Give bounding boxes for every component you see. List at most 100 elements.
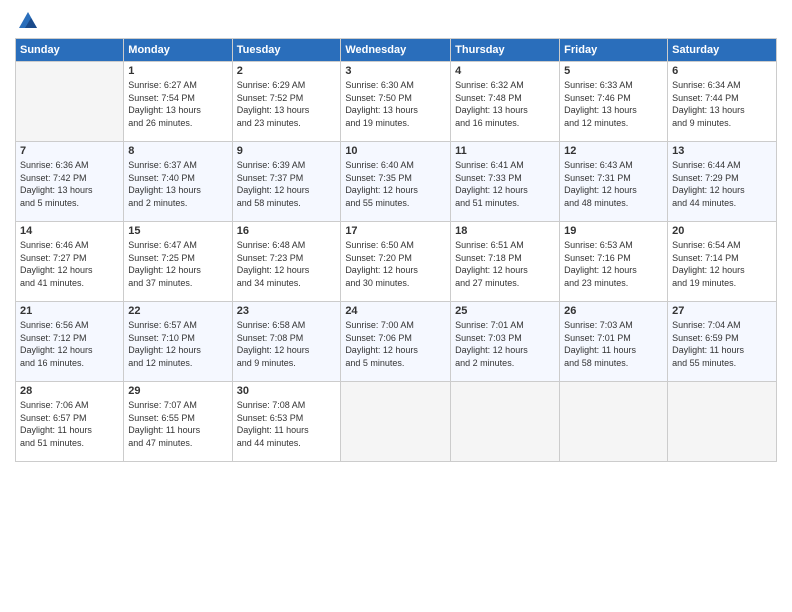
- day-info: Sunrise: 6:39 AM Sunset: 7:37 PM Dayligh…: [237, 159, 337, 209]
- calendar-cell: 6 Sunrise: 6:34 AM Sunset: 7:44 PM Daylig…: [668, 62, 777, 142]
- day-number: 16: [237, 225, 337, 237]
- calendar-cell: 28Sunrise: 7:06 AM Sunset: 6:57 PM Dayli…: [16, 382, 124, 462]
- day-number: 18: [455, 225, 555, 237]
- calendar-cell: 12Sunrise: 6:43 AM Sunset: 7:31 PM Dayli…: [560, 142, 668, 222]
- day-number: 14: [20, 225, 119, 237]
- calendar-cell: 20 Sunrise: 6:54 AM Sunset: 7:14 PM Dayli…: [668, 222, 777, 302]
- calendar-cell: 8 Sunrise: 6:37 AM Sunset: 7:40 PM Daylig…: [124, 142, 232, 222]
- calendar-week-row: 21 Sunrise: 6:56 AM Sunset: 7:12 PM Dayli…: [16, 302, 777, 382]
- day-number: 24: [345, 305, 446, 317]
- calendar-page: SundayMondayTuesdayWednesdayThursdayFrid…: [0, 0, 792, 612]
- day-header-thursday: Thursday: [451, 39, 560, 62]
- calendar-cell: 1 Sunrise: 6:27 AM Sunset: 7:54 PM Daylig…: [124, 62, 232, 142]
- day-number: 1: [128, 65, 227, 77]
- calendar-cell: [560, 382, 668, 462]
- day-header-tuesday: Tuesday: [232, 39, 341, 62]
- day-header-friday: Friday: [560, 39, 668, 62]
- day-number: 10: [345, 145, 446, 157]
- logo: [15, 10, 39, 30]
- day-info: Sunrise: 6:54 AM Sunset: 7:14 PM Dayligh…: [672, 239, 772, 289]
- day-number: 13: [672, 145, 772, 157]
- calendar-cell: 3 Sunrise: 6:30 AM Sunset: 7:50 PM Daylig…: [341, 62, 451, 142]
- day-number: 21: [20, 305, 119, 317]
- day-number: 8: [128, 145, 227, 157]
- day-number: 22: [128, 305, 227, 317]
- day-number: 29: [128, 385, 227, 397]
- calendar-table: SundayMondayTuesdayWednesdayThursdayFrid…: [15, 38, 777, 462]
- calendar-cell: [451, 382, 560, 462]
- calendar-cell: [341, 382, 451, 462]
- day-number: 30: [237, 385, 337, 397]
- header: [15, 10, 777, 30]
- day-info: Sunrise: 6:33 AM Sunset: 7:46 PM Dayligh…: [564, 79, 663, 129]
- day-info: Sunrise: 6:37 AM Sunset: 7:40 PM Dayligh…: [128, 159, 227, 209]
- day-header-monday: Monday: [124, 39, 232, 62]
- day-number: 5: [564, 65, 663, 77]
- day-number: 3: [345, 65, 446, 77]
- day-number: 2: [237, 65, 337, 77]
- day-info: Sunrise: 6:43 AM Sunset: 7:31 PM Dayligh…: [564, 159, 663, 209]
- day-number: 7: [20, 145, 119, 157]
- calendar-cell: 26 Sunrise: 7:03 AM Sunset: 7:01 PM Dayli…: [560, 302, 668, 382]
- day-info: Sunrise: 6:27 AM Sunset: 7:54 PM Dayligh…: [128, 79, 227, 129]
- calendar-cell: 10Sunrise: 6:40 AM Sunset: 7:35 PM Dayli…: [341, 142, 451, 222]
- calendar-cell: 21 Sunrise: 6:56 AM Sunset: 7:12 PM Dayli…: [16, 302, 124, 382]
- day-number: 11: [455, 145, 555, 157]
- day-number: 15: [128, 225, 227, 237]
- calendar-cell: 14 Sunrise: 6:46 AM Sunset: 7:27 PM Dayli…: [16, 222, 124, 302]
- calendar-cell: 11 Sunrise: 6:41 AM Sunset: 7:33 PM Dayli…: [451, 142, 560, 222]
- day-info: Sunrise: 7:04 AM Sunset: 6:59 PM Dayligh…: [672, 319, 772, 369]
- calendar-cell: 9Sunrise: 6:39 AM Sunset: 7:37 PM Daylig…: [232, 142, 341, 222]
- logo-icon: [17, 10, 39, 32]
- calendar-cell: 25 Sunrise: 7:01 AM Sunset: 7:03 PM Dayli…: [451, 302, 560, 382]
- day-info: Sunrise: 6:30 AM Sunset: 7:50 PM Dayligh…: [345, 79, 446, 129]
- day-info: Sunrise: 6:34 AM Sunset: 7:44 PM Dayligh…: [672, 79, 772, 129]
- day-number: 19: [564, 225, 663, 237]
- calendar-cell: 30Sunrise: 7:08 AM Sunset: 6:53 PM Dayli…: [232, 382, 341, 462]
- day-info: Sunrise: 6:29 AM Sunset: 7:52 PM Dayligh…: [237, 79, 337, 129]
- day-number: 27: [672, 305, 772, 317]
- calendar-week-row: 7 Sunrise: 6:36 AM Sunset: 7:42 PM Daylig…: [16, 142, 777, 222]
- calendar-cell: 4 Sunrise: 6:32 AM Sunset: 7:48 PM Daylig…: [451, 62, 560, 142]
- day-number: 23: [237, 305, 337, 317]
- calendar-cell: 5 Sunrise: 6:33 AM Sunset: 7:46 PM Daylig…: [560, 62, 668, 142]
- day-number: 28: [20, 385, 119, 397]
- calendar-cell: 13Sunrise: 6:44 AM Sunset: 7:29 PM Dayli…: [668, 142, 777, 222]
- day-info: Sunrise: 6:48 AM Sunset: 7:23 PM Dayligh…: [237, 239, 337, 289]
- calendar-week-row: 28Sunrise: 7:06 AM Sunset: 6:57 PM Dayli…: [16, 382, 777, 462]
- day-number: 20: [672, 225, 772, 237]
- day-info: Sunrise: 6:47 AM Sunset: 7:25 PM Dayligh…: [128, 239, 227, 289]
- calendar-cell: 29Sunrise: 7:07 AM Sunset: 6:55 PM Dayli…: [124, 382, 232, 462]
- day-info: Sunrise: 6:56 AM Sunset: 7:12 PM Dayligh…: [20, 319, 119, 369]
- calendar-cell: 19Sunrise: 6:53 AM Sunset: 7:16 PM Dayli…: [560, 222, 668, 302]
- day-info: Sunrise: 6:46 AM Sunset: 7:27 PM Dayligh…: [20, 239, 119, 289]
- day-info: Sunrise: 6:57 AM Sunset: 7:10 PM Dayligh…: [128, 319, 227, 369]
- calendar-cell: 23Sunrise: 6:58 AM Sunset: 7:08 PM Dayli…: [232, 302, 341, 382]
- calendar-week-row: 1 Sunrise: 6:27 AM Sunset: 7:54 PM Daylig…: [16, 62, 777, 142]
- day-number: 26: [564, 305, 663, 317]
- calendar-cell: 7 Sunrise: 6:36 AM Sunset: 7:42 PM Daylig…: [16, 142, 124, 222]
- calendar-cell: [668, 382, 777, 462]
- day-number: 17: [345, 225, 446, 237]
- calendar-cell: 18 Sunrise: 6:51 AM Sunset: 7:18 PM Dayli…: [451, 222, 560, 302]
- day-info: Sunrise: 6:51 AM Sunset: 7:18 PM Dayligh…: [455, 239, 555, 289]
- day-info: Sunrise: 7:03 AM Sunset: 7:01 PM Dayligh…: [564, 319, 663, 369]
- day-number: 6: [672, 65, 772, 77]
- calendar-cell: 24 Sunrise: 7:00 AM Sunset: 7:06 PM Dayli…: [341, 302, 451, 382]
- day-info: Sunrise: 6:50 AM Sunset: 7:20 PM Dayligh…: [345, 239, 446, 289]
- day-header-saturday: Saturday: [668, 39, 777, 62]
- day-info: Sunrise: 6:36 AM Sunset: 7:42 PM Dayligh…: [20, 159, 119, 209]
- day-info: Sunrise: 7:01 AM Sunset: 7:03 PM Dayligh…: [455, 319, 555, 369]
- day-header-sunday: Sunday: [16, 39, 124, 62]
- calendar-cell: [16, 62, 124, 142]
- calendar-cell: 22 Sunrise: 6:57 AM Sunset: 7:10 PM Dayli…: [124, 302, 232, 382]
- calendar-cell: 16 Sunrise: 6:48 AM Sunset: 7:23 PM Dayli…: [232, 222, 341, 302]
- day-number: 4: [455, 65, 555, 77]
- day-info: Sunrise: 7:00 AM Sunset: 7:06 PM Dayligh…: [345, 319, 446, 369]
- day-info: Sunrise: 6:41 AM Sunset: 7:33 PM Dayligh…: [455, 159, 555, 209]
- calendar-cell: 2 Sunrise: 6:29 AM Sunset: 7:52 PM Daylig…: [232, 62, 341, 142]
- day-number: 25: [455, 305, 555, 317]
- day-info: Sunrise: 6:32 AM Sunset: 7:48 PM Dayligh…: [455, 79, 555, 129]
- calendar-week-row: 14 Sunrise: 6:46 AM Sunset: 7:27 PM Dayli…: [16, 222, 777, 302]
- day-header-wednesday: Wednesday: [341, 39, 451, 62]
